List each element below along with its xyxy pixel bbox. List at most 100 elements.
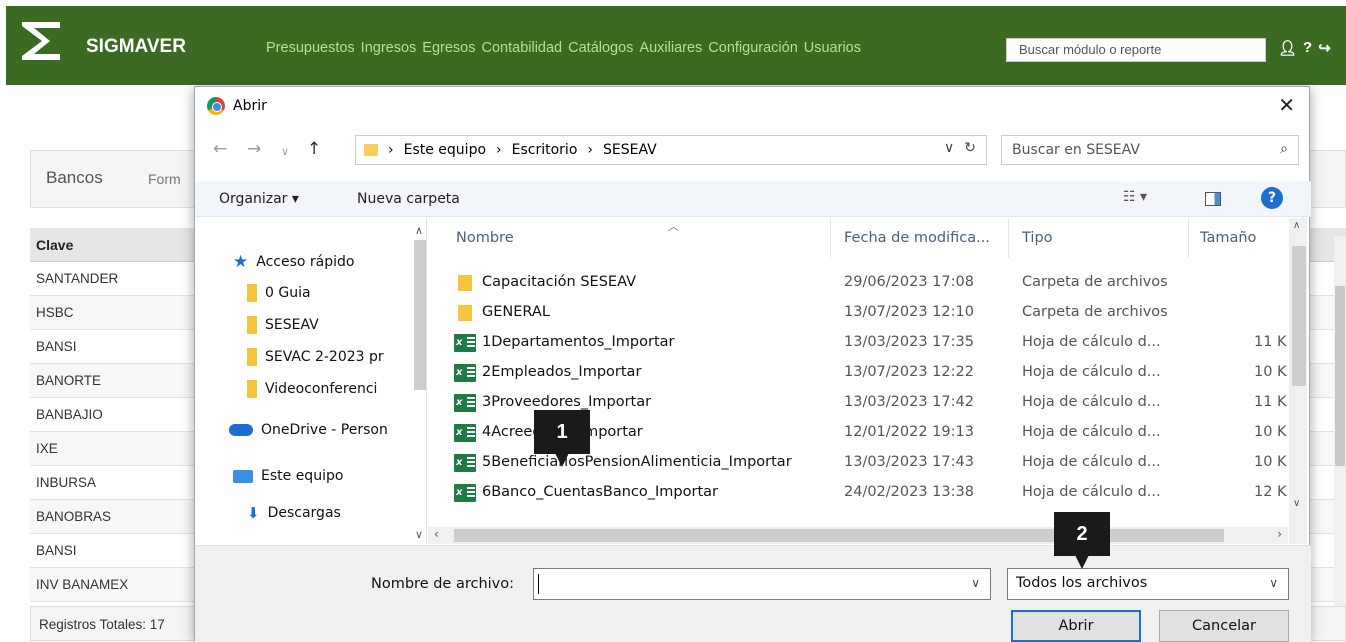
column-separator[interactable] <box>1188 218 1189 258</box>
file-size: 10 K <box>1254 364 1287 380</box>
file-list: ︿ Nombre Fecha de modifica... Tipo Tamañ… <box>428 218 1308 544</box>
help-icon[interactable]: ? <box>1303 39 1312 57</box>
panel-title: Bancos <box>46 168 103 187</box>
folder-icon <box>458 305 472 321</box>
file-list-hscrollbar[interactable]: ‹ › <box>428 527 1288 544</box>
file-date: 13/03/2023 17:43 <box>844 454 974 470</box>
new-folder-button[interactable]: Nueva carpeta <box>357 191 460 207</box>
column-header-type[interactable]: Tipo <box>1022 230 1053 246</box>
file-type: Hoja de cálculo d... <box>1022 394 1161 410</box>
file-row[interactable]: x 1Departamentos_Importar 13/03/2023 17:… <box>454 328 1288 358</box>
menu-presupuestos[interactable]: Presupuestos <box>266 40 355 56</box>
nav-folder-sevac[interactable]: SEVAC 2-2023 pr <box>247 348 384 366</box>
folder-icon <box>247 348 257 366</box>
menu-catalogos[interactable]: Catálogos <box>568 40 633 56</box>
file-type: Hoja de cálculo d... <box>1022 334 1161 350</box>
column-header-date[interactable]: Fecha de modifica... <box>844 230 990 246</box>
menu-contabilidad[interactable]: Contabilidad <box>482 40 563 56</box>
scroll-left-icon[interactable]: ‹ <box>434 527 439 541</box>
column-separator[interactable] <box>1008 218 1009 258</box>
nav-folder-seseav[interactable]: SESEAV <box>247 316 319 334</box>
file-list-scrollbar[interactable]: ∧ ∨ <box>1289 218 1307 544</box>
folder-icon <box>247 316 257 334</box>
file-date: 13/03/2023 17:35 <box>844 334 974 350</box>
up-arrow-icon[interactable]: ↑ <box>307 139 321 159</box>
nav-scroll-thumb[interactable] <box>414 240 426 390</box>
module-search-input[interactable]: Buscar módulo o reporte <box>1006 38 1266 62</box>
user-icon[interactable]: 👤︎ <box>1278 39 1297 57</box>
file-name: 2Empleados_Importar <box>482 364 642 380</box>
refresh-icon[interactable]: ↻ <box>964 140 976 156</box>
file-date: 24/02/2023 13:38 <box>844 484 974 500</box>
file-row[interactable]: GENERAL 13/07/2023 12:10 Carpeta de arch… <box>458 298 1288 328</box>
nav-onedrive[interactable]: OneDrive - Person <box>229 422 388 438</box>
address-row: ← → ∨ ↑ › Este equipo › Escritorio › SES… <box>195 133 1311 169</box>
folder-icon <box>247 284 257 302</box>
file-name: Capacitación SESEAV <box>482 274 636 290</box>
column-header-size[interactable]: Tamaño <box>1200 230 1256 246</box>
back-icon[interactable]: ← <box>213 139 227 159</box>
preview-pane-icon[interactable] <box>1205 192 1221 206</box>
file-row[interactable]: x 2Empleados_Importar 13/07/2023 12:22 H… <box>454 358 1288 388</box>
breadcrumb[interactable]: › Este equipo › Escritorio › SESEAV ∨ ↻ <box>355 135 987 165</box>
dialog-titlebar: Abrir <box>207 97 267 115</box>
scroll-up-icon[interactable]: ∧ <box>1293 220 1300 231</box>
view-options-icon[interactable]: ☷ ▾ <box>1123 189 1147 205</box>
breadcrumb-item[interactable]: SESEAV <box>603 142 657 158</box>
nav-label: OneDrive - Person <box>261 422 388 438</box>
nav-label: Videoconferenci <box>265 381 378 397</box>
page-scrollbar[interactable] <box>1334 236 1346 606</box>
file-name: 6Banco_CuentasBanco_Importar <box>482 484 718 500</box>
menu-usuarios[interactable]: Usuarios <box>804 40 861 56</box>
menu-ingresos[interactable]: Ingresos <box>361 40 417 56</box>
menu-configuracion[interactable]: Configuración <box>708 40 797 56</box>
nav-this-pc[interactable]: Este equipo <box>233 468 343 484</box>
open-button[interactable]: Abrir <box>1011 610 1141 642</box>
file-date: 13/07/2023 12:10 <box>844 304 974 320</box>
breadcrumb-item[interactable]: Este equipo <box>404 142 486 158</box>
logout-icon[interactable]: ↪ <box>1318 39 1331 57</box>
menu-egresos[interactable]: Egresos <box>422 40 475 56</box>
file-date: 12/01/2022 19:13 <box>844 424 974 440</box>
forward-icon[interactable]: → <box>247 139 261 159</box>
nav-folder-videoconferencia[interactable]: Videoconferenci <box>247 380 377 398</box>
excel-file-icon: x <box>454 424 476 442</box>
excel-file-icon: x <box>454 394 476 412</box>
nav-quick-access[interactable]: ★ Acceso rápido <box>233 252 354 272</box>
chevron-down-icon[interactable]: ∨ <box>971 576 980 590</box>
file-row[interactable]: x 6Banco_CuentasBanco_Importar 24/02/202… <box>454 478 1288 508</box>
nav-folder-0-guia[interactable]: 0 Guia <box>247 284 311 302</box>
help-icon[interactable]: ? <box>1261 187 1283 209</box>
scroll-up-icon[interactable]: ∧ <box>415 224 423 237</box>
nav-downloads[interactable]: ⬇ Descargas <box>247 504 341 522</box>
column-separator[interactable] <box>830 218 831 258</box>
file-type: Carpeta de archivos <box>1022 304 1168 320</box>
file-type-select[interactable]: Todos los archivos ∨ <box>1007 568 1289 600</box>
recent-chevron-icon[interactable]: ∨ <box>281 145 289 158</box>
scroll-down-icon[interactable]: ∨ <box>1293 498 1300 509</box>
app-logo-text: SIGMAVER <box>86 36 186 57</box>
breadcrumb-item[interactable]: Escritorio <box>512 142 578 158</box>
cancel-button[interactable]: Cancelar <box>1159 610 1289 642</box>
file-row[interactable]: Capacitación SESEAV 29/06/2023 17:08 Car… <box>458 268 1288 298</box>
file-list-scroll-thumb[interactable] <box>1292 246 1306 386</box>
organize-button[interactable]: Organizar ▾ <box>219 191 299 207</box>
scroll-right-icon[interactable]: › <box>1277 527 1282 541</box>
address-dropdown-icon[interactable]: ∨ <box>944 140 954 156</box>
file-type: Hoja de cálculo d... <box>1022 364 1161 380</box>
computer-icon <box>233 469 253 483</box>
menu-auxiliares[interactable]: Auxiliares <box>639 40 702 56</box>
scroll-down-icon[interactable]: ∨ <box>415 528 423 541</box>
column-header-name[interactable]: Nombre <box>456 230 514 246</box>
close-icon[interactable]: ✕ <box>1278 93 1295 117</box>
app-navbar: SIGMAVER Presupuestos Ingresos Egresos C… <box>6 6 1346 85</box>
excel-file-icon: x <box>454 484 476 502</box>
tab-form[interactable]: Form <box>148 171 181 187</box>
file-type: Hoja de cálculo d... <box>1022 484 1161 500</box>
address-controls: ∨ ↻ <box>944 140 976 156</box>
star-icon: ★ <box>233 252 249 272</box>
folder-search-input[interactable]: Buscar en SESEAV ⌕ <box>1001 135 1299 165</box>
breadcrumb-sep-icon: › <box>388 142 394 158</box>
file-type-value: Todos los archivos <box>1016 575 1148 591</box>
filename-input[interactable]: ∨ <box>533 568 991 600</box>
